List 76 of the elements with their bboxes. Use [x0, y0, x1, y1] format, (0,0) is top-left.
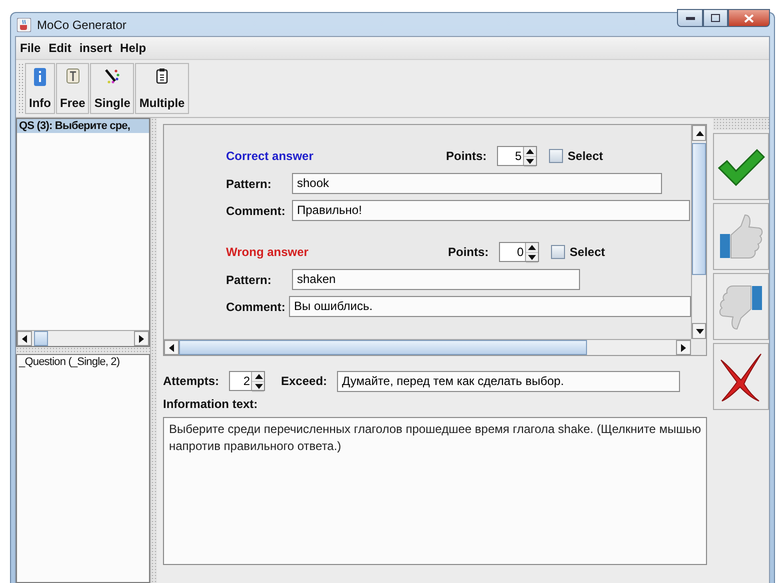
pattern-field[interactable]: shook — [292, 173, 662, 194]
close-icon — [744, 14, 754, 22]
pattern-field[interactable]: shaken — [292, 269, 580, 290]
scroll-left-icon — [20, 334, 29, 343]
points-spinner[interactable]: 5 — [496, 146, 537, 166]
scroll-thumb[interactable] — [179, 340, 587, 355]
close-button[interactable] — [728, 9, 770, 27]
horizontal-scrollbar[interactable] — [164, 339, 691, 355]
spin-down-icon — [525, 157, 534, 166]
attempts-spinner[interactable]: 2 — [229, 371, 265, 391]
scroll-right-icon — [137, 334, 146, 343]
scroll-thumb[interactable] — [692, 143, 706, 275]
like-button[interactable] — [713, 203, 769, 270]
points-spinner[interactable]: 0 — [498, 242, 539, 262]
thumbs-up-icon — [719, 214, 763, 260]
maximize-icon — [711, 14, 720, 22]
pattern-label: Pattern: — [226, 272, 272, 286]
thumbs-down-icon — [719, 284, 763, 330]
answer-title: Wrong answer — [226, 245, 310, 259]
dislike-button[interactable] — [713, 273, 769, 340]
coffee-cup-icon — [17, 18, 31, 32]
points-label: Points: — [448, 245, 489, 259]
toolbar-button[interactable]: Info — [25, 63, 55, 114]
reject-button[interactable] — [713, 343, 769, 410]
comment-field[interactable]: Правильно! — [292, 200, 690, 221]
information-label: Information text: — [163, 397, 259, 411]
window-title: MoCo Generator — [37, 18, 128, 32]
vertical-scrollbar[interactable] — [691, 125, 706, 339]
exceed-field[interactable]: Думайте, перед тем как сделать выбор. — [337, 370, 680, 392]
spin-up-icon — [525, 147, 534, 156]
toolbar-button[interactable]: Single — [90, 63, 134, 114]
exceed-label: Exceed: — [281, 374, 328, 388]
list-item[interactable]: QS (3): Выберите сре, — [17, 119, 149, 133]
scroll-thumb[interactable] — [34, 331, 48, 346]
select-checkbox[interactable] — [548, 149, 563, 163]
splitter-handle[interactable] — [151, 118, 157, 583]
menu-item[interactable]: Help — [120, 41, 146, 55]
accept-button[interactable] — [713, 133, 769, 200]
toolbar-grip[interactable] — [18, 63, 24, 114]
pen-dots-icon — [104, 68, 120, 84]
maximize-button[interactable] — [703, 9, 728, 27]
splitter-handle[interactable] — [713, 118, 769, 130]
comment-field[interactable]: Вы ошиблись. — [289, 296, 691, 317]
menu-item[interactable]: Edit — [48, 41, 72, 55]
clipboard-icon — [156, 68, 168, 84]
scroll-left-icon — [167, 343, 176, 352]
splitter-handle[interactable] — [16, 347, 150, 354]
menu-item[interactable]: insert — [79, 41, 112, 55]
scroll-up-icon — [694, 128, 704, 138]
text-tool-icon — [66, 68, 80, 84]
toolbar-button[interactable]: Multiple — [135, 63, 189, 114]
select-label: Select — [570, 245, 606, 259]
info-icon — [34, 68, 46, 86]
menu-item[interactable]: File — [20, 41, 41, 55]
information-text-area[interactable]: Выберите среди перечисленных глаголов прошедшее время глагола shake. (Щелкните мышью напротив правильного ответа.) — [163, 417, 707, 565]
spin-down-icon — [254, 382, 262, 391]
scroll-right-icon — [679, 343, 688, 352]
select-label: Select — [568, 149, 604, 163]
comment-label: Comment: — [226, 300, 286, 314]
toolbar-button[interactable]: Free — [56, 63, 90, 114]
minimize-button[interactable] — [677, 9, 703, 27]
check-icon — [717, 148, 765, 186]
spin-up-icon — [527, 243, 536, 252]
attempts-label: Attempts: — [163, 374, 219, 388]
points-label: Points: — [446, 149, 487, 163]
spin-up-icon — [254, 372, 262, 381]
cross-icon — [719, 352, 763, 402]
spin-down-icon — [527, 253, 536, 262]
pattern-label: Pattern: — [226, 176, 272, 190]
minimize-icon — [686, 16, 694, 20]
horizontal-scrollbar[interactable] — [17, 330, 149, 346]
answer-title: Correct answer — [226, 149, 314, 163]
select-checkbox[interactable] — [550, 245, 565, 259]
scroll-down-icon — [694, 326, 704, 336]
comment-label: Comment: — [226, 204, 286, 218]
list-item[interactable]: _Question (_Single, 2) — [17, 355, 149, 369]
